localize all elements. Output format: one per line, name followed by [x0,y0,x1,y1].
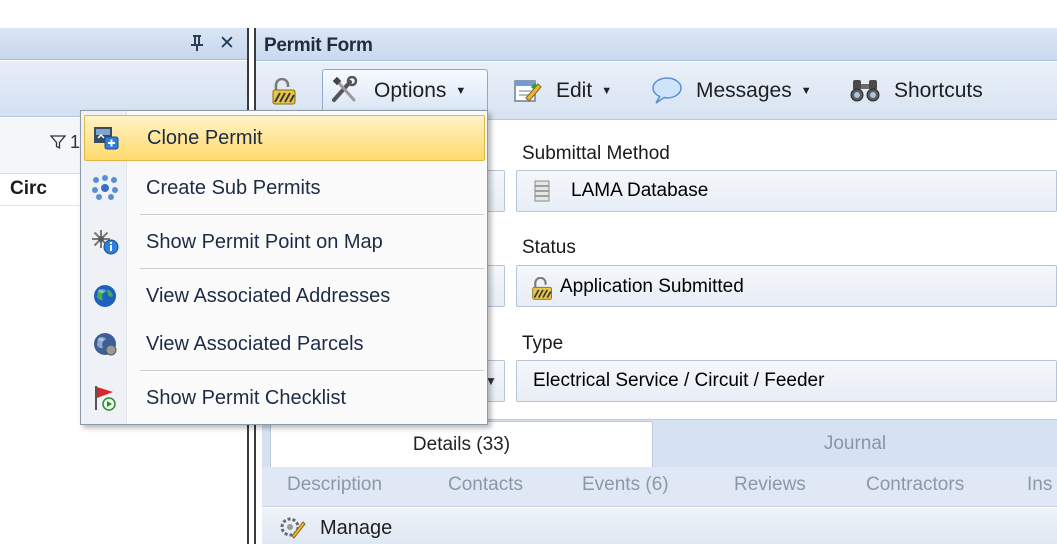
status-lock-icon [530,276,556,301]
edit-label: Edit [556,79,593,102]
messages-button[interactable]: Messages ▼ [650,74,812,108]
sub-permits-icon [84,172,126,204]
column-header-circ[interactable]: Circ [10,178,47,200]
filter-icon[interactable] [49,134,68,152]
manage-button[interactable]: Manage [278,513,392,543]
edit-form-icon [512,76,544,106]
gear-pencil-icon [278,514,308,542]
status-label: Status [522,237,576,258]
edit-button[interactable]: Edit ▼ [512,74,612,108]
menu-item-view-associated-addresses[interactable]: View Associated Addresses [84,271,485,321]
menu-item-show-permit-checklist[interactable]: Show Permit Checklist [84,373,485,423]
subtab-contacts[interactable]: Contacts [448,474,523,496]
type-label: Type [522,333,564,354]
tab-journal[interactable]: Journal [653,421,1057,467]
menu-item-label: Show Permit Point on Map [146,230,383,253]
clone-permit-icon [85,122,127,154]
filter-glyph: 1 [70,132,81,152]
wrench-screwdriver-icon [330,75,364,106]
status-value: Application Submitted [560,276,744,297]
messages-label: Messages [696,79,792,102]
menu-separator [140,370,484,371]
menu-separator [140,214,484,215]
binoculars-icon [850,76,882,106]
subtab-reviews[interactable]: Reviews [734,474,806,496]
lock-icon[interactable] [270,77,300,106]
left-pane-titlebar [0,28,247,60]
menu-item-label: Clone Permit [147,126,263,149]
type-value: Electrical Service / Circuit / Feeder [533,370,825,391]
globe-parcels-icon [84,328,126,360]
chevron-down-icon: ▼ [455,85,467,97]
speech-bubble-icon [650,76,686,106]
menu-item-label: View Associated Parcels [146,332,364,355]
subtab-description[interactable]: Description [287,474,382,496]
globe-addresses-icon [84,280,126,312]
shortcuts-label: Shortcuts [894,79,983,102]
chevron-down-icon: ▼ [800,85,812,97]
pin-icon[interactable] [190,34,206,54]
options-label: Options [374,79,447,102]
options-button-content[interactable]: Options ▼ [330,74,466,108]
close-pane-icon[interactable]: ✕ [219,32,237,54]
menu-item-clone-permit[interactable]: Clone Permit [84,115,485,161]
tab-details[interactable]: Details (33) [270,421,653,467]
map-point-icon [84,226,126,258]
subtab-inspections[interactable]: Ins [1027,474,1052,496]
submittal-method-label: Submittal Method [522,143,670,164]
menu-item-create-sub-permits[interactable]: Create Sub Permits [84,163,485,213]
menu-item-label: Show Permit Checklist [146,386,347,409]
menu-item-label: Create Sub Permits [146,176,321,199]
menu-item-view-associated-parcels[interactable]: View Associated Parcels [84,319,485,369]
submittal-method-value: LAMA Database [571,180,709,201]
menu-item-show-permit-point-on-map[interactable]: Show Permit Point on Map [84,217,485,267]
form-titlebar [256,28,1057,61]
shortcuts-button[interactable]: Shortcuts [850,74,983,108]
database-icon [533,180,551,202]
form-title: Permit Form [264,35,373,56]
chevron-down-icon: ▼ [601,85,613,97]
manage-label: Manage [320,516,393,539]
menu-item-label: View Associated Addresses [146,284,391,307]
checklist-flag-icon [84,382,126,414]
left-pane-toolbar [0,61,247,117]
subtab-contractors[interactable]: Contractors [866,474,964,496]
subtab-events[interactable]: Events (6) [582,474,669,496]
menu-separator [140,268,484,269]
